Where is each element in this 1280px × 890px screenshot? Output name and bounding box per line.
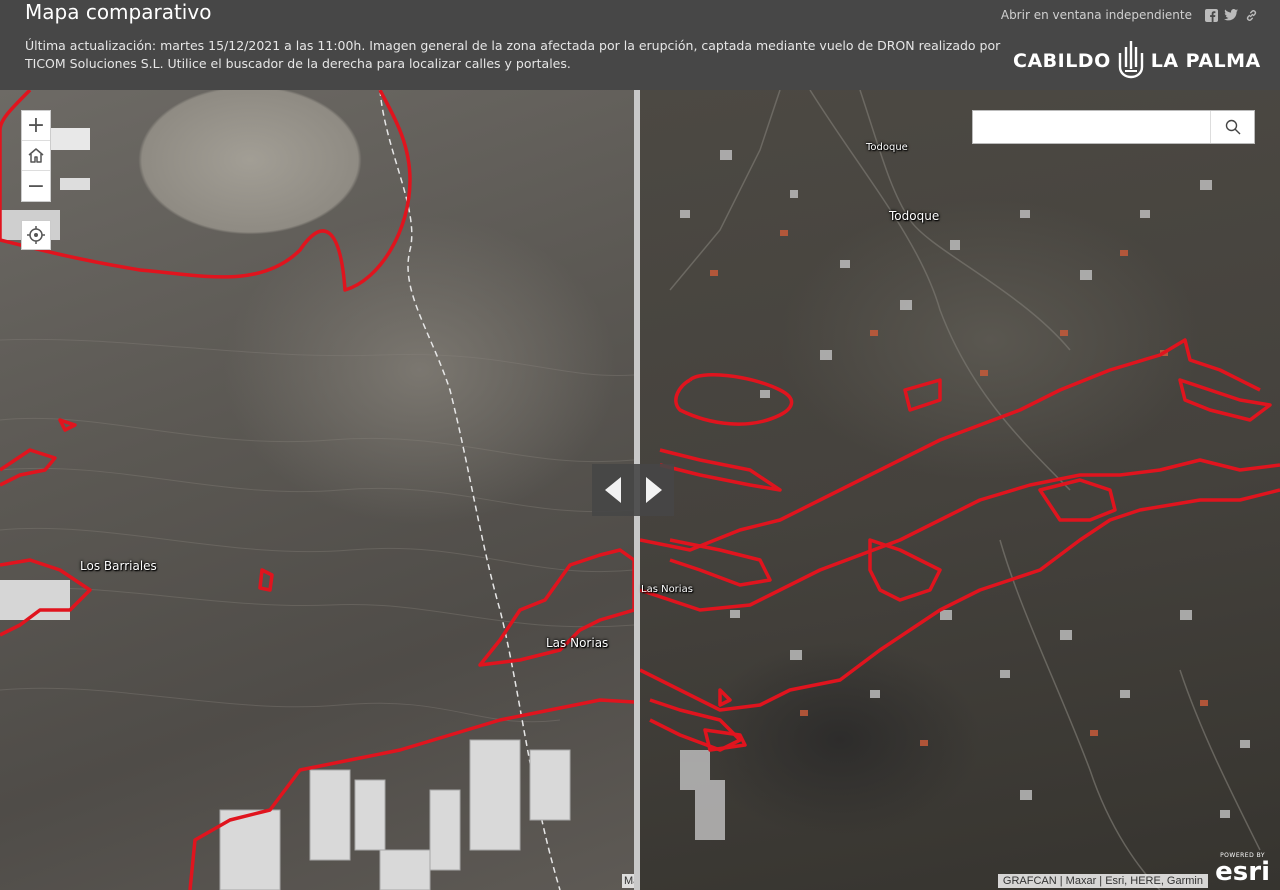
home-icon bbox=[28, 148, 44, 163]
esri-wordmark: esri bbox=[1215, 857, 1270, 887]
twitter-icon[interactable] bbox=[1224, 8, 1238, 22]
zoom-control: + − bbox=[21, 110, 51, 202]
arrow-right-icon bbox=[645, 477, 662, 503]
arrow-left-icon bbox=[604, 477, 621, 503]
search-input[interactable] bbox=[973, 111, 1210, 143]
locate-button[interactable] bbox=[21, 220, 51, 250]
logo-text-left: CABILDO bbox=[1013, 50, 1111, 72]
crosshair-icon bbox=[27, 226, 45, 244]
address-search bbox=[972, 110, 1255, 144]
place-label-los-barriales: Los Barriales bbox=[80, 559, 157, 573]
cabildo-la-palma-logo: CABILDO LA PALMA bbox=[1013, 38, 1261, 84]
page-subtitle: Última actualización: martes 15/12/2021 … bbox=[25, 38, 1001, 71]
link-icon[interactable] bbox=[1244, 8, 1258, 22]
place-label-las-norias-right: Las Norias bbox=[641, 584, 693, 595]
zoom-out-button[interactable]: − bbox=[22, 171, 50, 201]
place-label-las-norias: Las Norias bbox=[546, 636, 609, 650]
swipe-map[interactable]: + − Todoque Todoque Los Barriales Las No… bbox=[0, 90, 1280, 890]
place-label-todoque-small: Todoque bbox=[866, 142, 908, 153]
logo-text-right: LA PALMA bbox=[1150, 50, 1261, 72]
search-icon bbox=[1225, 119, 1240, 135]
search-button[interactable] bbox=[1210, 111, 1254, 143]
attribution-left: Ma bbox=[622, 874, 634, 888]
home-button[interactable] bbox=[22, 141, 50, 171]
share-bar: Abrir en ventana independiente bbox=[1001, 8, 1258, 22]
facebook-icon[interactable] bbox=[1204, 8, 1218, 22]
swipe-right-arrow[interactable] bbox=[633, 464, 674, 516]
attribution-text[interactable]: GRAFCAN | Maxar | Esri, HERE, Garmin bbox=[997, 874, 1208, 888]
swipe-handle[interactable] bbox=[592, 464, 674, 516]
open-new-window-link[interactable]: Abrir en ventana independiente bbox=[1001, 8, 1192, 22]
zoom-in-button[interactable]: + bbox=[22, 111, 50, 141]
page-title: Mapa comparativo bbox=[25, 0, 212, 24]
swipe-left-arrow[interactable] bbox=[592, 464, 633, 516]
cabildo-emblem-icon bbox=[1118, 41, 1143, 79]
app-header: Mapa comparativo Última actualización: m… bbox=[0, 0, 1280, 90]
place-label-todoque: Todoque bbox=[889, 209, 940, 223]
esri-logo[interactable]: POWERED BY esri bbox=[1215, 852, 1270, 885]
